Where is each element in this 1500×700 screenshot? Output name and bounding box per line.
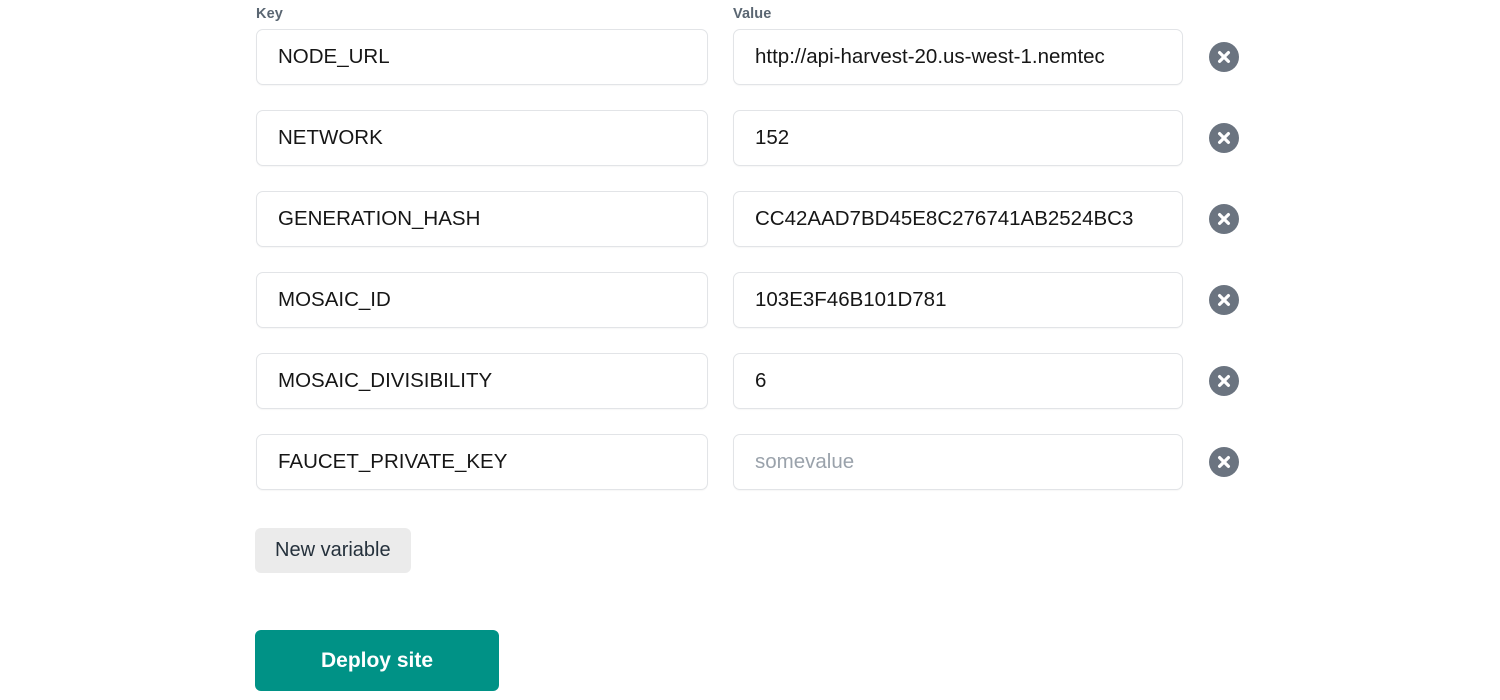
variable-row: NETWORK 152 xyxy=(0,110,1500,166)
key-input[interactable]: GENERATION_HASH xyxy=(256,191,708,247)
variable-rows: NODE_URL http://api-harvest-20.us-west-1.… xyxy=(0,29,1500,515)
variable-row: GENERATION_HASH CC42AAD7BD45E8C276741AB25… xyxy=(0,191,1500,247)
variable-row: FAUCET_PRIVATE_KEY somevalue xyxy=(0,434,1500,490)
variable-row: MOSAIC_ID 103E3F46B101D781 xyxy=(0,272,1500,328)
key-input[interactable]: FAUCET_PRIVATE_KEY xyxy=(256,434,708,490)
close-icon xyxy=(1218,456,1230,468)
new-variable-button[interactable]: New variable xyxy=(255,528,411,573)
key-input[interactable]: NETWORK xyxy=(256,110,708,166)
value-input[interactable]: 103E3F46B101D781 xyxy=(733,272,1183,328)
key-input-value: GENERATION_HASH xyxy=(278,207,481,230)
value-input[interactable]: 152 xyxy=(733,110,1183,166)
value-column-header: Value xyxy=(733,6,772,22)
variable-row: MOSAIC_DIVISIBILITY 6 xyxy=(0,353,1500,409)
delete-variable-button[interactable] xyxy=(1209,204,1239,234)
close-icon xyxy=(1218,213,1230,225)
value-input-value: http://api-harvest-20.us-west-1.nemtec xyxy=(755,45,1105,68)
key-input-value: MOSAIC_ID xyxy=(278,288,391,311)
value-input-value: 103E3F46B101D781 xyxy=(755,288,947,311)
close-icon xyxy=(1218,375,1230,387)
close-icon xyxy=(1218,294,1230,306)
key-input[interactable]: NODE_URL xyxy=(256,29,708,85)
key-input-value: MOSAIC_DIVISIBILITY xyxy=(278,369,493,392)
close-icon xyxy=(1218,51,1230,63)
value-input-value: 6 xyxy=(755,369,767,392)
variable-row: NODE_URL http://api-harvest-20.us-west-1.… xyxy=(0,29,1500,85)
key-input-value: NODE_URL xyxy=(278,45,390,68)
key-input-value: FAUCET_PRIVATE_KEY xyxy=(278,450,508,473)
delete-variable-button[interactable] xyxy=(1209,366,1239,396)
key-column-header: Key xyxy=(256,6,283,22)
key-input[interactable]: MOSAIC_DIVISIBILITY xyxy=(256,353,708,409)
close-icon xyxy=(1218,132,1230,144)
value-input-placeholder: somevalue xyxy=(755,450,855,473)
key-input[interactable]: MOSAIC_ID xyxy=(256,272,708,328)
value-input[interactable]: http://api-harvest-20.us-west-1.nemtec xyxy=(733,29,1183,85)
environment-variables-form: Key Value NODE_URL http://api-harvest-20.… xyxy=(0,0,1500,700)
value-input[interactable]: 6 xyxy=(733,353,1183,409)
key-input-value: NETWORK xyxy=(278,126,383,149)
deploy-site-button[interactable]: Deploy site xyxy=(255,630,499,691)
delete-variable-button[interactable] xyxy=(1209,123,1239,153)
delete-variable-button[interactable] xyxy=(1209,447,1239,477)
value-input[interactable]: somevalue xyxy=(733,434,1183,490)
value-input-value: CC42AAD7BD45E8C276741AB2524BC3 xyxy=(755,207,1134,230)
column-headers: Key Value xyxy=(0,5,1500,25)
delete-variable-button[interactable] xyxy=(1209,42,1239,72)
value-input-value: 152 xyxy=(755,126,790,149)
value-input[interactable]: CC42AAD7BD45E8C276741AB2524BC3 xyxy=(733,191,1183,247)
delete-variable-button[interactable] xyxy=(1209,285,1239,315)
